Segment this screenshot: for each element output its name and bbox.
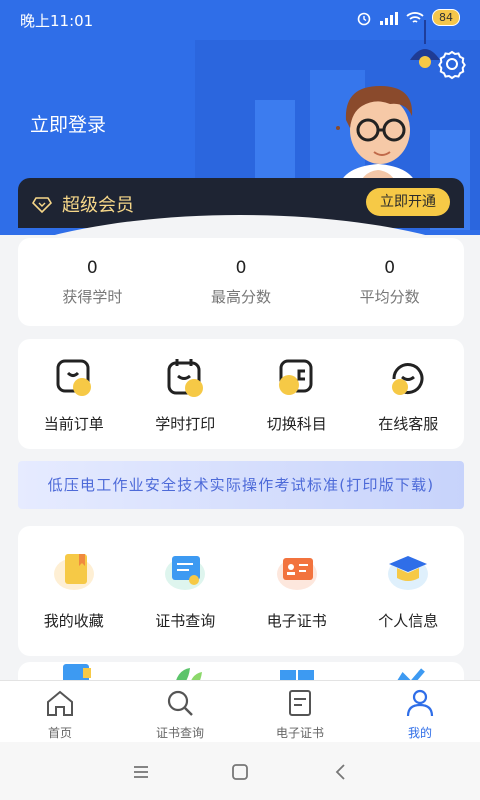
bookmark-icon (53, 554, 94, 590)
feature-label: 我的收藏 (43, 612, 104, 630)
order-icon (56, 359, 91, 396)
system-nav-bar (0, 742, 480, 800)
customer-service-icon (392, 363, 424, 395)
stat-average-score[interactable]: 0 平均分数 (315, 238, 464, 326)
tab-label: 首页 (47, 726, 72, 740)
features-card: 我的收藏 证书查询 电子证书 个人信息 (18, 526, 464, 656)
action-label: 学时打印 (155, 415, 216, 433)
action-label: 当前订单 (43, 415, 104, 433)
stats-card: 0 获得学时 0 最高分数 0 平均分数 (18, 238, 464, 326)
tab-mine[interactable]: 我的 (360, 681, 480, 742)
exam-standard-banner[interactable]: 低压电工作业安全技术实际操作考试标准(打印版下载) (18, 461, 464, 509)
e-certificate-button[interactable]: 电子证书 (241, 526, 353, 656)
stat-study-hours[interactable]: 0 获得学时 (18, 238, 167, 326)
home-icon (47, 690, 73, 716)
signal-icon (380, 11, 398, 25)
certificate-query-button[interactable]: 证书查询 (130, 526, 242, 656)
stat-label: 最高分数 (211, 288, 272, 306)
home-square-icon[interactable] (230, 762, 250, 782)
personal-info-button[interactable]: 个人信息 (353, 526, 465, 656)
tab-label: 证书查询 (155, 726, 204, 740)
alarm-icon (357, 12, 371, 25)
graduation-cap-icon (388, 556, 429, 590)
id-card-icon (276, 558, 317, 590)
quick-actions-card: 当前订单 学时打印 切换科目 在线客服 (18, 339, 464, 449)
tab-home[interactable]: 首页 (0, 681, 120, 742)
feature-label: 证书查询 (155, 612, 216, 630)
status-time: 晚上11:01 (20, 12, 94, 30)
back-icon[interactable] (331, 762, 351, 782)
current-orders-button[interactable]: 当前订单 (18, 339, 130, 449)
stat-label: 平均分数 (359, 288, 420, 306)
switch-subject-icon (278, 359, 313, 395)
stat-value: 0 (384, 258, 396, 278)
menu-icon[interactable] (131, 762, 151, 782)
gear-icon[interactable] (436, 48, 468, 80)
login-link[interactable]: 立即登录 (30, 110, 106, 137)
action-label: 在线客服 (378, 415, 439, 433)
action-label: 切换科目 (266, 415, 327, 433)
tab-e-certificate[interactable]: 电子证书 (240, 681, 360, 742)
bottom-tab-bar: 首页 证书查询 电子证书 我的 (0, 680, 480, 742)
stat-label: 获得学时 (62, 288, 123, 306)
stat-value: 0 (86, 258, 98, 278)
tab-label: 电子证书 (275, 726, 324, 740)
switch-subject-button[interactable]: 切换科目 (241, 339, 353, 449)
user-icon (406, 689, 434, 717)
calendar-print-icon (167, 359, 204, 397)
feature-label: 电子证书 (266, 612, 327, 630)
search-icon (167, 690, 193, 716)
certificate-icon (289, 690, 311, 716)
profile-header: 晚上11:01 84 立即登录 超级会员 立即开通 (0, 0, 480, 235)
vip-label: 超级会员 (62, 195, 134, 216)
my-favorites-button[interactable]: 我的收藏 (18, 526, 130, 656)
tab-certificate-query[interactable]: 证书查询 (120, 681, 240, 742)
hours-print-button[interactable]: 学时打印 (130, 339, 242, 449)
diamond-icon (32, 197, 52, 214)
tab-label: 我的 (407, 726, 432, 740)
stat-value: 0 (235, 258, 247, 278)
stat-highest-score[interactable]: 0 最高分数 (167, 238, 316, 326)
activate-vip-button[interactable]: 立即开通 (366, 188, 450, 216)
feature-label: 个人信息 (378, 612, 439, 630)
online-service-button[interactable]: 在线客服 (353, 339, 465, 449)
certificate-query-icon (165, 556, 206, 590)
avatar-illustration (336, 86, 418, 192)
